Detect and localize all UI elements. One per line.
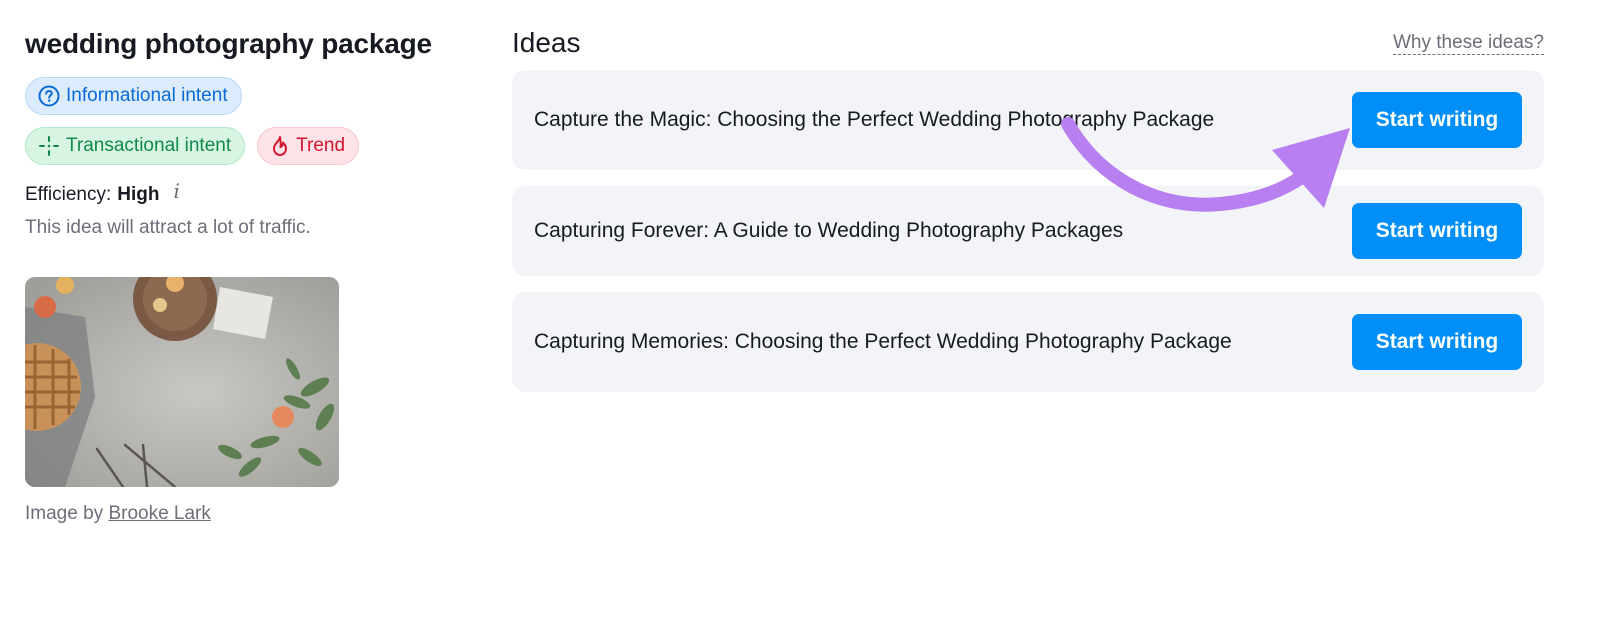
why-these-ideas-link[interactable]: Why these ideas? — [1392, 32, 1544, 55]
flame-icon — [273, 136, 288, 156]
credit-author-link[interactable]: Brooke Lark — [108, 503, 210, 524]
keyword-title: wedding photography package — [25, 28, 432, 59]
ideas-header: Ideas Why these ideas? — [512, 26, 1544, 60]
idea-text: Capturing Memories: Choosing the Perfect… — [534, 330, 1232, 353]
image-credit: Image by Brooke Lark — [25, 503, 445, 525]
info-icon[interactable]: i — [173, 179, 179, 203]
start-writing-button[interactable]: Start writing — [1352, 92, 1522, 148]
efficiency-row: Efficiency: High i — [25, 179, 445, 207]
idea-card: Capturing Memories: Choosing the Perfect… — [512, 292, 1544, 392]
credit-prefix: Image by — [25, 503, 104, 524]
idea-text: Capturing Forever: A Guide to Wedding Ph… — [534, 219, 1124, 242]
informational-intent-badge: Informational intent — [25, 77, 242, 115]
trend-label: Trend — [296, 135, 346, 156]
intent-badges-row-2: Transactional intent Trend — [25, 127, 445, 165]
idea-image — [25, 277, 339, 487]
efficiency-label: Efficiency: — [25, 184, 112, 205]
idea-text: Capture the Magic: Choosing the Perfect … — [534, 108, 1215, 131]
efficiency-value: High — [117, 184, 160, 205]
idea-card: Capturing Forever: A Guide to Wedding Ph… — [512, 186, 1544, 276]
keyword-panel: wedding photography package Informationa… — [25, 26, 445, 525]
ideas-title: Ideas — [512, 27, 581, 58]
transactional-intent-badge: Transactional intent — [25, 127, 246, 165]
trend-badge: Trend — [257, 127, 360, 165]
idea-card: Capture the Magic: Choosing the Perfect … — [512, 70, 1544, 170]
start-writing-button[interactable]: Start writing — [1352, 314, 1522, 370]
transactional-intent-label: Transactional intent — [66, 135, 232, 156]
question-circle-icon — [38, 85, 60, 107]
ideas-panel: Ideas Why these ideas? Capture the Magic… — [512, 26, 1544, 392]
informational-intent-label: Informational intent — [66, 85, 228, 106]
efficiency-description: This idea will attract a lot of traffic. — [25, 217, 311, 238]
start-writing-button[interactable]: Start writing — [1352, 203, 1522, 259]
intent-badges-row-1: Informational intent — [25, 77, 445, 115]
crosshair-icon — [39, 136, 59, 156]
